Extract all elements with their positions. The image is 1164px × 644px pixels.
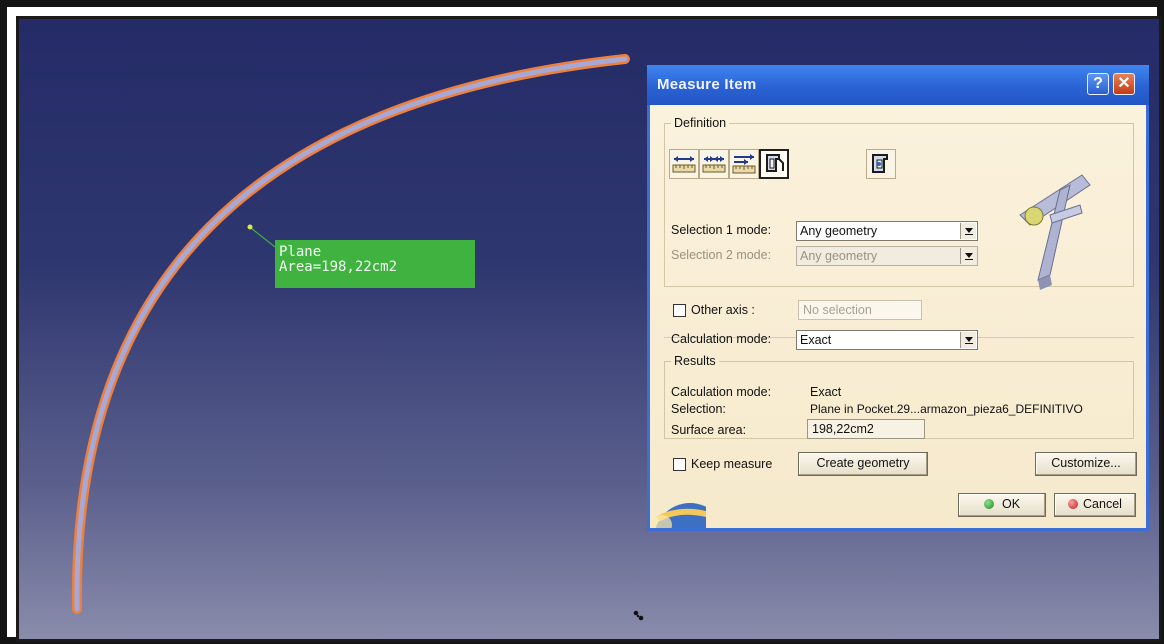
selection1-mode-combo[interactable]: Any geometry: [796, 221, 978, 241]
surface-area-label: Surface area:: [671, 423, 747, 437]
create-geometry-button[interactable]: Create geometry: [798, 452, 928, 476]
measure-annotation: Plane Area=198,22cm2: [275, 240, 475, 288]
other-axis-label: Other axis :: [691, 303, 755, 317]
results-selection-label: Selection:: [671, 402, 726, 416]
other-axis-checkbox[interactable]: [673, 304, 686, 317]
calculation-mode-label: Calculation mode:: [671, 332, 772, 346]
selection2-label: Selection 2 mode:: [671, 248, 772, 262]
measure-item-icon[interactable]: [759, 149, 789, 179]
keep-measure-checkbox[interactable]: [673, 458, 686, 471]
dialog-title: Measure Item: [657, 76, 757, 93]
keep-measure-label: Keep measure: [691, 457, 773, 471]
results-calc-mode-label: Calculation mode:: [671, 385, 772, 399]
help-button[interactable]: ?: [1087, 73, 1109, 95]
measure-in-chain-icon[interactable]: [699, 149, 729, 179]
ok-label: OK: [1001, 497, 1021, 511]
close-button[interactable]: ✕: [1113, 73, 1135, 95]
planet-decoration-icon: [652, 503, 706, 528]
measure-between-icon[interactable]: [669, 149, 699, 179]
cancel-button[interactable]: Cancel: [1054, 493, 1136, 517]
selection2-mode-combo: Any geometry: [796, 246, 978, 266]
annotation-type: Plane: [279, 244, 322, 260]
calculation-mode-value: Exact: [800, 333, 832, 347]
results-selection-value: Plane in Pocket.29...armazon_pieza6_DEFI…: [810, 402, 1083, 416]
annotation-area: Area=198,22cm2: [279, 259, 398, 275]
chevron-down-icon[interactable]: [960, 332, 976, 348]
dialog-titlebar[interactable]: Measure Item ? ✕: [647, 65, 1149, 105]
cancel-icon: [1068, 499, 1079, 509]
definition-legend: Definition: [674, 116, 727, 130]
measure-from-origin-icon[interactable]: [729, 149, 759, 179]
cancel-label: Cancel: [1083, 497, 1122, 511]
surface-area-value: 198,22cm2: [807, 419, 925, 439]
selection1-label: Selection 1 mode:: [671, 223, 772, 237]
screenshot-frame: Plane Area=198,22cm2 Measure Item ? ✕ De…: [0, 0, 1164, 644]
busy-cursor-icon: [633, 610, 644, 621]
caliper-illustration-icon: [1019, 174, 1091, 290]
chevron-down-icon: [960, 248, 976, 264]
annotation-leader-line: [250, 227, 276, 248]
measure-item-dialog: Measure Item ? ✕ Definition Selection 1 …: [647, 65, 1149, 531]
ok-icon: [983, 499, 994, 509]
calculation-mode-combo[interactable]: Exact: [796, 330, 978, 350]
selection1-mode-value: Any geometry: [800, 224, 878, 238]
chevron-down-icon[interactable]: [960, 223, 976, 239]
annotation-anchor-point: [247, 224, 253, 230]
customize-button[interactable]: Customize...: [1035, 452, 1137, 476]
ok-button[interactable]: OK: [958, 493, 1046, 517]
dialog-content: Definition Selection 1 mode: Any geometr…: [650, 105, 1146, 528]
results-legend: Results: [674, 354, 716, 368]
selection2-mode-value: Any geometry: [800, 249, 878, 263]
3d-viewport[interactable]: Plane Area=198,22cm2 Measure Item ? ✕ De…: [16, 16, 1162, 642]
results-calc-mode-value: Exact: [810, 385, 842, 399]
other-axis-field: No selection: [798, 300, 922, 320]
measure-thickness-icon[interactable]: [866, 149, 896, 179]
